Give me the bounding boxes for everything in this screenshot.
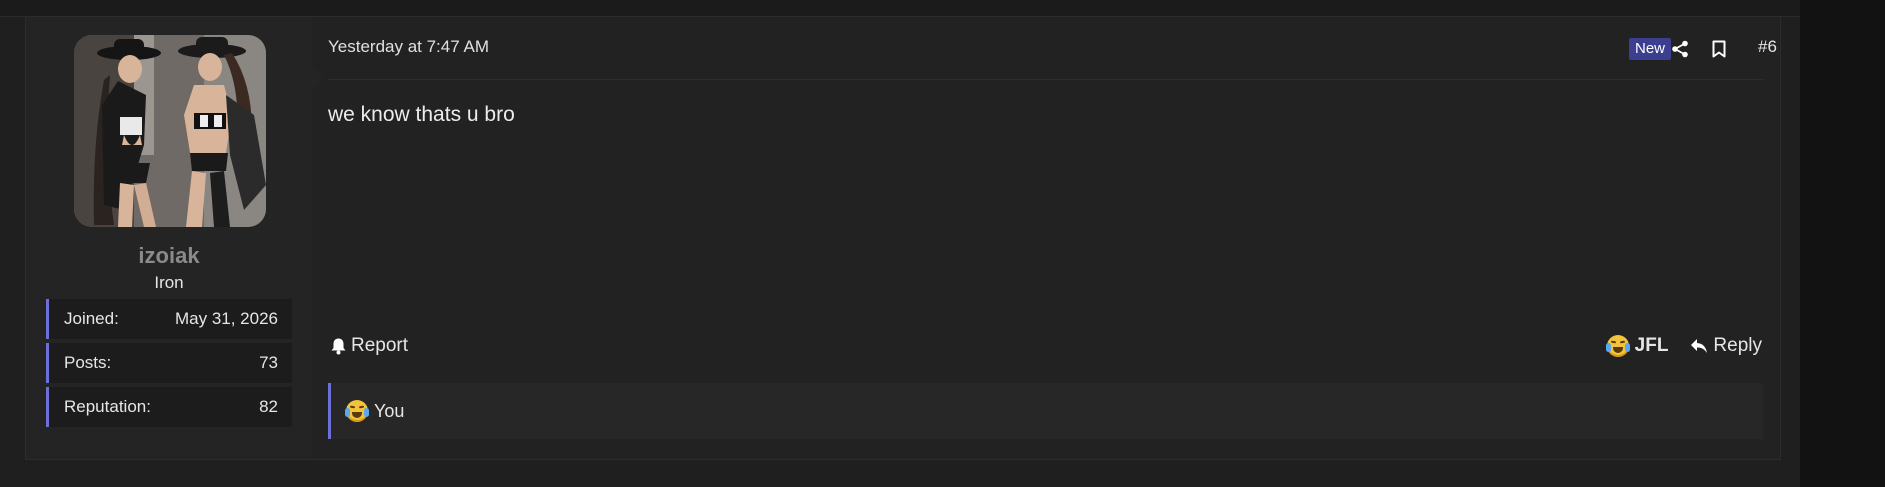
post-message: izoiak Iron Joined: May 31, 2026 Posts: … <box>25 16 1781 460</box>
bookmark-icon[interactable] <box>1707 37 1731 61</box>
bell-icon <box>331 338 346 355</box>
report-link[interactable]: Report <box>330 335 408 357</box>
stat-value: May 31, 2026 <box>174 309 278 328</box>
stat-value: 73 <box>259 353 278 372</box>
post-body: we know thats u bro <box>328 103 515 126</box>
stat-posts: Posts: 73 <box>46 343 292 383</box>
reaction-label: JFL <box>1634 335 1669 356</box>
stat-value: 82 <box>259 397 278 416</box>
page-right-gutter <box>1800 0 1885 487</box>
share-icon[interactable] <box>1668 37 1692 61</box>
joy-emoji-icon <box>345 400 369 422</box>
post-user-cell: izoiak Iron Joined: May 31, 2026 Posts: … <box>26 17 312 459</box>
post-actions: JFL Reply <box>1605 335 1762 357</box>
post-number[interactable]: #6 <box>1758 37 1777 57</box>
reply-arrow-icon <box>1691 339 1708 353</box>
reactions-summary: You <box>374 400 405 421</box>
post-date[interactable]: Yesterday at 7:47 AM <box>328 37 489 57</box>
reactions-bar[interactable]: You <box>328 383 1763 439</box>
post-main: Yesterday at 7:47 AM New #6 we know that… <box>312 17 1780 459</box>
stat-joined: Joined: May 31, 2026 <box>46 299 292 339</box>
thread-container: izoiak Iron Joined: May 31, 2026 Posts: … <box>0 0 1800 487</box>
reply-button[interactable]: Reply <box>1690 335 1762 357</box>
stat-label: Reputation: <box>64 397 151 416</box>
new-badge: New <box>1629 38 1672 60</box>
reply-label: Reply <box>1713 335 1762 356</box>
username[interactable]: izoiak <box>26 243 312 269</box>
avatar[interactable] <box>74 35 266 227</box>
reaction-button[interactable]: JFL <box>1605 335 1669 357</box>
stat-reputation: Reputation: 82 <box>46 387 292 427</box>
previous-post-edge <box>0 0 1800 17</box>
user-title: Iron <box>154 273 184 292</box>
post-header: Yesterday at 7:47 AM New #6 <box>328 17 1777 80</box>
joy-emoji-icon <box>1605 335 1630 357</box>
stat-label: Posts: <box>64 353 112 372</box>
report-label: Report <box>351 335 409 356</box>
avatar-image <box>74 35 266 227</box>
stat-label: Joined: <box>64 309 119 328</box>
